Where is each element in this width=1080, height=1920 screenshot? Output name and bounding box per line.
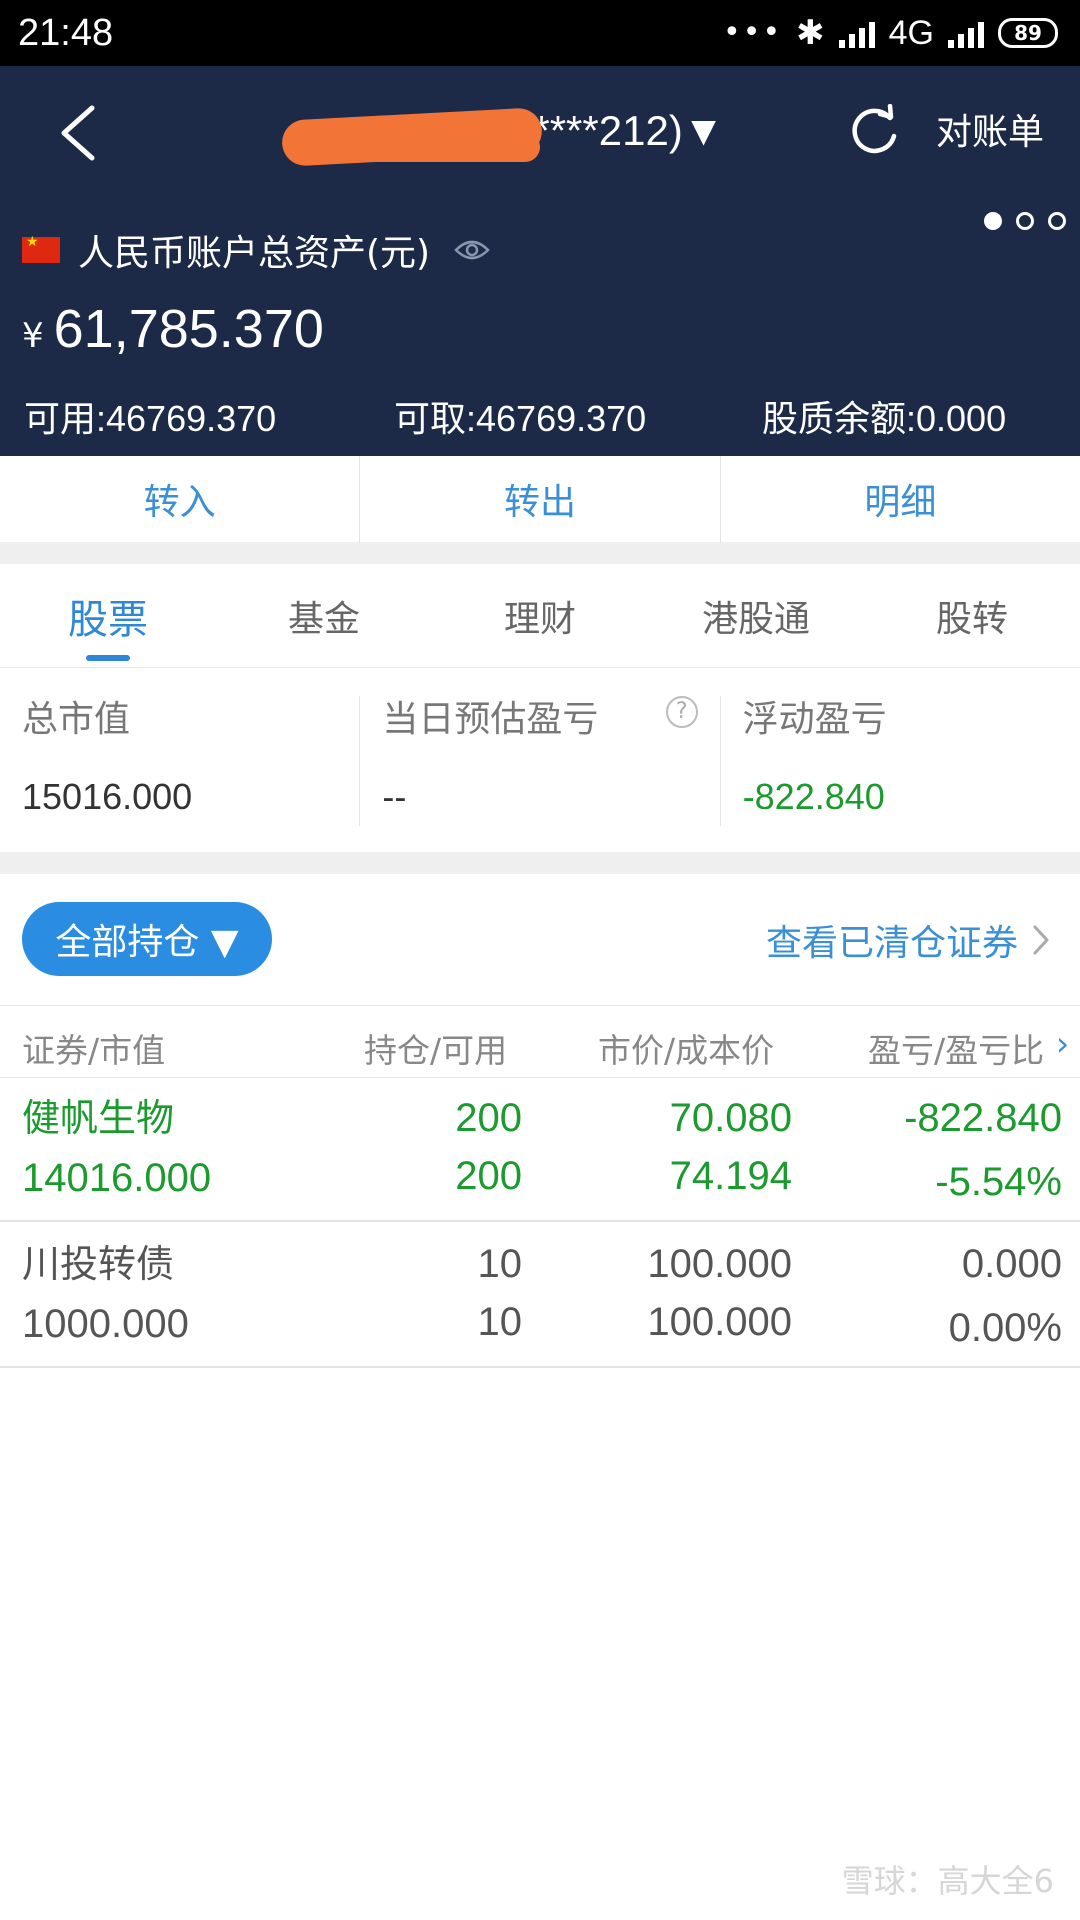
total-assets-row: ¥ 61,785.370 (22, 298, 324, 360)
market-value: 14016.000 (22, 1156, 212, 1200)
security-name: 川投转债 (22, 1242, 175, 1286)
summary-value: 15016.000 (22, 776, 193, 817)
summary-market-value: 总市值 15016.000 (0, 696, 361, 826)
withdrawable-balance: 可取:46769.370 (394, 398, 647, 439)
network-type: 4G (888, 13, 934, 52)
cost-price: 74.194 (669, 1154, 792, 1198)
help-icon[interactable]: ? (665, 696, 698, 728)
view-cleared-link[interactable]: 查看已清仓证券 (766, 914, 1050, 966)
watermark: 雪球：高大全6 (841, 1862, 1054, 1900)
china-flag-icon (22, 234, 60, 263)
notification-dots: ••• (723, 15, 783, 50)
summary-value: -- (382, 776, 407, 817)
pnl: 0.000 (961, 1242, 1062, 1286)
scroll-right-icon[interactable]: › (1056, 1024, 1069, 1063)
available-balance: 可用:46769.370 (24, 398, 277, 439)
tab-stocks[interactable]: 股票 (0, 564, 216, 667)
balance-row: 可用:46769.370 可取:46769.370 股质余额:0.000 (0, 384, 1080, 439)
status-time: 21:48 (18, 11, 114, 54)
statement-link[interactable]: 对账单 (936, 110, 1044, 156)
summary-daily-pnl: 当日预估盈亏 ? -- (360, 696, 721, 826)
available-qty: 200 (455, 1154, 522, 1198)
transfer-out-button[interactable]: 转出 (360, 456, 721, 542)
back-icon[interactable] (52, 102, 112, 164)
holdings-table-header: 证券/市值 持仓/可用 市价/成本价 盈亏/盈亏比 › (0, 1006, 1080, 1078)
col-pnl: 盈亏/盈亏比 (868, 1031, 1045, 1070)
signal-icon-2 (948, 18, 984, 48)
bluetooth-icon: ✱ (796, 13, 825, 53)
details-button[interactable]: 明细 (721, 456, 1080, 542)
security-name: 健帆生物 (22, 1096, 175, 1140)
section-divider (0, 542, 1080, 564)
tab-wealth[interactable]: 理财 (432, 564, 648, 667)
chevron-right-icon (1033, 925, 1049, 955)
table-row[interactable]: 川投转债 1000.000 10 10 100.000 100.000 0.00… (0, 1224, 1080, 1368)
nav-bar: 5****212)▼ 对账单 (0, 66, 1080, 200)
pnl: -822.840 (904, 1096, 1062, 1140)
col-position: 持仓/可用 (364, 1031, 508, 1070)
summary-label: 浮动盈亏 (742, 699, 887, 740)
status-icons: ••• ✱ 4G 89 (723, 13, 1058, 53)
col-security: 证券/市值 (22, 1031, 166, 1070)
tab-funds[interactable]: 基金 (216, 564, 432, 667)
holdings-filter-row: 全部持仓 ▼ 查看已清仓证券 (0, 874, 1080, 1006)
holdings-summary: 总市值 15016.000 当日预估盈亏 ? -- 浮动盈亏 -822.840 (0, 668, 1080, 852)
market-price: 70.080 (669, 1096, 792, 1140)
asset-label: 人民币账户总资产(元) (78, 233, 431, 274)
pnl-pct: 0.00% (948, 1306, 1062, 1350)
total-assets-value: 61,785.370 (53, 299, 324, 359)
page-indicator (984, 212, 1066, 230)
refresh-icon[interactable] (848, 104, 900, 160)
all-holdings-dropdown[interactable]: 全部持仓 ▼ (22, 902, 272, 976)
col-price: 市价/成本价 (598, 1031, 775, 1070)
tab-hk-connect[interactable]: 港股通 (648, 564, 864, 667)
market-value: 1000.000 (22, 1302, 189, 1346)
market-price: 100.000 (647, 1242, 792, 1286)
asset-label-row: 人民币账户总资产(元) (22, 224, 490, 276)
position: 200 (455, 1096, 522, 1140)
table-row[interactable]: 健帆生物 14016.000 200 200 70.080 74.194 -82… (0, 1078, 1080, 1222)
pnl-pct: -5.54% (935, 1160, 1062, 1204)
section-divider-2 (0, 852, 1080, 874)
action-bar: 转入 转出 明细 (0, 456, 1080, 542)
tab-neeq[interactable]: 股转 (864, 564, 1080, 667)
summary-label: 总市值 (22, 699, 131, 740)
battery-icon: 89 (998, 18, 1058, 48)
eye-icon[interactable] (454, 238, 490, 262)
account-header: 5****212)▼ 对账单 人民币账户总资产(元) ¥ 61,785.370 … (0, 66, 1080, 456)
status-bar: 21:48 ••• ✱ 4G 89 (0, 0, 1080, 66)
currency-symbol: ¥ (22, 316, 44, 356)
asset-tabs: 股票 基金 理财 港股通 股转 (0, 564, 1080, 668)
position: 10 (477, 1242, 523, 1286)
view-cleared-label: 查看已清仓证券 (765, 923, 1018, 964)
transfer-in-button[interactable]: 转入 (0, 456, 361, 542)
redaction-mark-2 (330, 132, 540, 162)
pledge-balance: 股质余额:0.000 (762, 398, 1007, 439)
available-qty: 10 (477, 1300, 523, 1344)
summary-floating-pnl: 浮动盈亏 -822.840 (721, 696, 1080, 826)
cost-price: 100.000 (647, 1300, 792, 1344)
signal-icon (838, 18, 875, 48)
summary-value: -822.840 (742, 776, 885, 817)
